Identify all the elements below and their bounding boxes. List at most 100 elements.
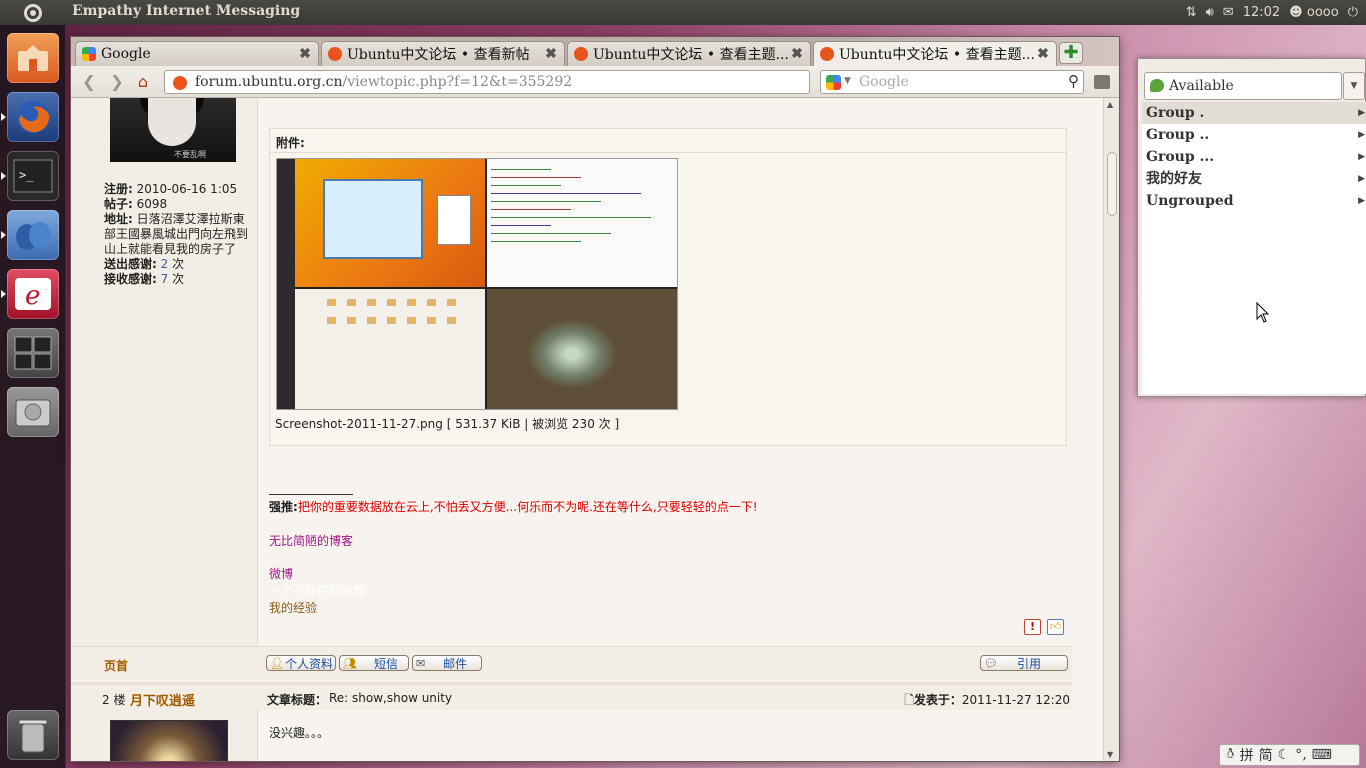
dash-button[interactable] [0, 0, 66, 25]
contact-group[interactable]: Group .. ▶ [1142, 124, 1366, 146]
trash-launcher[interactable] [7, 710, 59, 760]
scroll-down-icon[interactable]: ▼ [1107, 750, 1113, 759]
folder-icon [387, 317, 396, 324]
search-engine-icon[interactable] [826, 75, 841, 90]
post-icon[interactable]: 🗋︎ [904, 693, 914, 707]
email-button[interactable]: ✉ 邮件 [412, 655, 482, 671]
back-icon[interactable]: ❮ [79, 72, 99, 92]
tab-forum-topic-1[interactable]: Ubuntu中文论坛 • 查看主题... ✖ [567, 41, 811, 66]
signature-experience-link[interactable]: 我的经验 [269, 599, 317, 616]
page-scrollbar[interactable]: ▲ ▼ [1103, 98, 1119, 761]
disk-launcher[interactable] [7, 387, 59, 437]
clock[interactable]: 12:02 [1243, 5, 1280, 20]
mail-icon[interactable]: ✉ [1223, 5, 1234, 20]
button-label: 邮件 [443, 656, 468, 671]
profile-button[interactable]: 👤︎ 个人资料 [266, 655, 336, 671]
close-tab-icon[interactable]: ✖ [296, 46, 314, 62]
scroll-thumb[interactable] [1107, 152, 1117, 216]
addon-icon[interactable] [1094, 75, 1110, 89]
terminal-launcher[interactable]: >_ [1, 151, 59, 201]
expand-arrow-icon[interactable]: ▶ [1358, 146, 1365, 168]
signature-weibo-link[interactable]: 微博 [269, 565, 293, 582]
search-placeholder: Google [859, 74, 909, 90]
folder-icon [367, 299, 376, 306]
network-icon[interactable]: ⇅ [1186, 5, 1197, 20]
avatar[interactable]: 不要乱啊 [110, 98, 236, 162]
tab-forum-topic-active[interactable]: Ubuntu中文论坛 • 查看主题... ✖ [813, 41, 1057, 66]
empathy-launcher[interactable] [1, 210, 59, 260]
close-tab-icon[interactable]: ✖ [1034, 46, 1052, 62]
tab-google[interactable]: Google ✖ [75, 41, 319, 66]
expand-arrow-icon[interactable]: ▶ [1358, 168, 1365, 190]
code-line [491, 193, 641, 194]
profile-unit: 次 [168, 257, 185, 271]
workspace-switcher-launcher[interactable] [7, 328, 59, 378]
post-author-column [71, 710, 258, 761]
attachment-caption[interactable]: Screenshot-2011-11-27.png [ 531.37 KiB |… [275, 415, 619, 432]
contact-group[interactable]: Group . ▶ [1142, 102, 1366, 124]
search-engine-dropdown-icon[interactable]: ▼ [844, 76, 851, 86]
post-author[interactable]: 月下叹逍遥 [130, 690, 195, 709]
home-folder-launcher[interactable] [7, 33, 59, 83]
presence-chooser[interactable]: Available [1144, 72, 1342, 100]
ime-simplified-toggle[interactable]: 简 [1259, 745, 1273, 765]
contact-group[interactable]: Group ... ▶ [1142, 146, 1366, 168]
navigation-bar: ❮ ❯ ⌂ forum.ubuntu.org.cn/viewtopic.php?… [71, 66, 1119, 98]
signature-prefix: 强推: [269, 500, 298, 514]
posted-label: 发表于： [913, 693, 962, 707]
profile-thanks-sent: 送出感谢: 2 次 [104, 257, 254, 272]
volume-icon[interactable]: 🔊︎ [1206, 5, 1214, 20]
expand-arrow-icon[interactable]: ▶ [1358, 190, 1365, 212]
contact-group[interactable]: 我的好友 ▶ [1142, 168, 1366, 190]
scroll-up-icon[interactable]: ▲ [1107, 100, 1113, 109]
firefox-launcher[interactable] [1, 92, 59, 142]
moon-icon[interactable]: ☾ [1278, 747, 1291, 763]
penguin-icon[interactable]: 🐧︎ [1226, 746, 1235, 764]
author-profile: 注册: 2010-06-16 1:05 帖子: 6098 地址: 日落沼澤艾澤拉… [104, 182, 254, 287]
screenshot-window [323, 179, 423, 259]
expand-arrow-icon[interactable]: ▶ [1358, 124, 1365, 146]
top-link[interactable]: 页首 [104, 657, 128, 674]
editor-e-icon: e [15, 278, 51, 311]
button-label: 引用 [1017, 656, 1042, 671]
user-menu[interactable]: ☻ oooo [1289, 5, 1339, 20]
thanks-button[interactable]: 👍︎ [1047, 619, 1064, 635]
power-icon[interactable]: ⏻ [1348, 5, 1358, 20]
ime-pinyin-toggle[interactable]: 拼 [1240, 745, 1254, 765]
search-icon[interactable]: ⚲ [1068, 72, 1079, 90]
workspace-switcher-icon [14, 336, 52, 370]
url-bar[interactable]: forum.ubuntu.org.cn/viewtopic.php?f=12&t… [164, 70, 902, 94]
url-host: forum.ubuntu.org.cn [195, 74, 343, 90]
attachment-image[interactable] [276, 158, 678, 410]
chevron-down-icon[interactable]: ▼ [1343, 72, 1365, 100]
tab-strip: Google ✖ Ubuntu中文论坛 • 查看新帖 ✖ Ubuntu中文论坛 … [71, 37, 1119, 66]
post-author-column: 不要乱啊 注册: 2010-06-16 1:05 帖子: 6098 地址: 日落… [71, 98, 258, 678]
report-button[interactable]: ! [1024, 619, 1041, 635]
text-editor-launcher[interactable]: e [1, 269, 59, 319]
search-input[interactable]: ▼ Google ⚲ [820, 70, 1084, 94]
contact-group[interactable]: Ungrouped ▶ [1142, 190, 1366, 212]
new-tab-button[interactable]: ✚ [1059, 42, 1083, 64]
close-tab-icon[interactable]: ✖ [788, 46, 806, 62]
keyboard-icon[interactable]: ⌨ [1312, 747, 1332, 763]
forward-icon[interactable]: ❯ [107, 72, 127, 92]
signature-promo-link[interactable]: 把你的重要数据放在云上,不怕丢又方便...何乐而不为呢.还在等什么,只要轻轻的点… [298, 500, 758, 514]
folder-icon [327, 317, 336, 324]
browser-window: Google ✖ Ubuntu中文论坛 • 查看新帖 ✖ Ubuntu中文论坛 … [71, 37, 1119, 761]
posted-at: 🗋︎发表于：2011-11-27 12:20 [904, 691, 1070, 712]
pm-button[interactable]: 👥︎ 短信 [339, 655, 409, 671]
group-label: Group .. [1146, 127, 1210, 143]
signature-blog-link[interactable]: 无比简陋的博客 [269, 532, 353, 549]
avatar[interactable] [110, 720, 228, 761]
quote-button[interactable]: 💬︎ 引用 [980, 655, 1068, 671]
user-icon: 👤︎ [270, 657, 284, 670]
close-tab-icon[interactable]: ✖ [542, 46, 560, 62]
profile-thanks-received: 接收感谢: 7 次 [104, 272, 254, 287]
tab-forum-new-posts[interactable]: Ubuntu中文论坛 • 查看新帖 ✖ [321, 41, 565, 66]
code-line [491, 241, 581, 242]
punctuation-icon[interactable]: °, [1295, 747, 1306, 763]
expand-arrow-icon[interactable]: ▶ [1358, 102, 1365, 124]
home-icon[interactable]: ⌂ [133, 72, 153, 92]
screenshot-launcher [277, 159, 295, 409]
screenshot-quadrant-files [277, 289, 485, 409]
